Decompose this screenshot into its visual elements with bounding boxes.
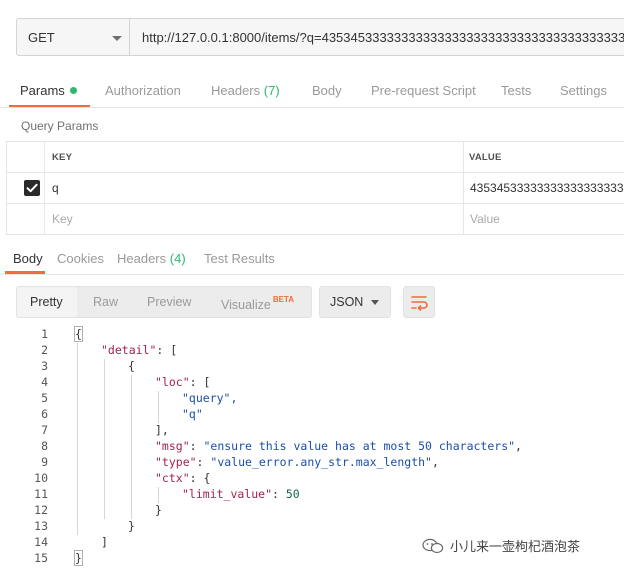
view-pretty-button[interactable]: Pretty bbox=[30, 295, 63, 309]
tab-response-body[interactable]: Body bbox=[13, 251, 43, 266]
method-select[interactable]: GET bbox=[16, 18, 130, 56]
param-enabled-checkbox[interactable] bbox=[24, 180, 40, 196]
tab-body[interactable]: Body bbox=[312, 83, 342, 98]
divider bbox=[0, 274, 624, 275]
response-headers-count: (4) bbox=[169, 251, 186, 266]
view-preview-button[interactable]: Preview bbox=[147, 295, 191, 309]
indent-guide bbox=[131, 375, 132, 519]
check-icon bbox=[26, 183, 38, 193]
table-border bbox=[6, 141, 624, 142]
param-key-field[interactable]: q bbox=[52, 181, 59, 195]
code-line: "detail": [ bbox=[101, 343, 178, 357]
query-params-title: Query Params bbox=[21, 119, 99, 133]
line-number: 6 bbox=[41, 407, 48, 421]
table-border bbox=[6, 234, 624, 235]
tab-test-results[interactable]: Test Results bbox=[204, 251, 275, 266]
column-header-value: VALUE bbox=[469, 152, 502, 163]
tab-response-headers[interactable]: Headers (4) bbox=[117, 251, 186, 266]
line-number: 13 bbox=[34, 519, 48, 533]
line-number: 7 bbox=[41, 423, 48, 437]
tab-prerequest-script[interactable]: Pre-request Script bbox=[371, 83, 476, 98]
chevron-down-icon bbox=[371, 300, 379, 305]
line-number: 2 bbox=[41, 343, 48, 357]
line-number: 5 bbox=[41, 391, 48, 405]
table-border bbox=[6, 141, 7, 235]
table-border bbox=[6, 172, 624, 173]
code-line: { bbox=[74, 326, 83, 342]
tab-headers[interactable]: Headers (7) bbox=[211, 83, 280, 98]
divider bbox=[0, 107, 624, 108]
line-number: 10 bbox=[34, 471, 48, 485]
code-line: "type": "value_error.any_str.max_length"… bbox=[155, 455, 439, 469]
new-key-field[interactable]: Key bbox=[52, 212, 73, 226]
column-header-key: KEY bbox=[52, 152, 73, 163]
beta-badge: BETA bbox=[272, 295, 294, 304]
tab-tests[interactable]: Tests bbox=[501, 83, 531, 98]
headers-count: (7) bbox=[263, 83, 280, 98]
indent-guide bbox=[158, 487, 159, 503]
format-label: JSON bbox=[330, 295, 364, 309]
wrap-icon bbox=[411, 296, 428, 311]
view-visualize-button[interactable]: Visualize BETA bbox=[221, 295, 294, 312]
tab-settings[interactable]: Settings bbox=[560, 83, 607, 98]
line-number: 14 bbox=[34, 535, 48, 549]
code-line: ] bbox=[101, 535, 108, 549]
code-line: "q" bbox=[182, 407, 203, 421]
code-line: "msg": "ensure this value has at most 50… bbox=[155, 439, 522, 453]
view-raw-button[interactable]: Raw bbox=[93, 295, 118, 309]
code-line: } bbox=[128, 519, 135, 533]
line-number: 11 bbox=[34, 487, 48, 501]
code-line: "loc": [ bbox=[155, 375, 211, 389]
tab-params[interactable]: Params bbox=[20, 83, 77, 98]
method-label: GET bbox=[28, 30, 55, 45]
line-number: 12 bbox=[34, 503, 48, 517]
code-line: } bbox=[155, 503, 162, 517]
line-number: 9 bbox=[41, 455, 48, 469]
format-select[interactable]: JSON bbox=[319, 286, 391, 318]
code-line: "ctx": { bbox=[155, 471, 211, 485]
tab-response-cookies[interactable]: Cookies bbox=[57, 251, 104, 266]
line-number: 15 bbox=[34, 551, 48, 565]
code-line: { bbox=[128, 359, 135, 373]
param-value-field[interactable]: 435345333333333333333333333 bbox=[470, 181, 624, 195]
line-number: 4 bbox=[41, 375, 48, 389]
table-border bbox=[463, 141, 464, 235]
table-border bbox=[44, 141, 45, 235]
line-number: 3 bbox=[41, 359, 48, 373]
wrap-lines-button[interactable] bbox=[403, 286, 435, 318]
chevron-down-icon bbox=[112, 36, 122, 41]
code-line: } bbox=[74, 550, 83, 566]
indent-guide bbox=[104, 359, 105, 519]
line-number: 8 bbox=[41, 439, 48, 453]
url-input[interactable]: http://127.0.0.1:8000/items/?q=435345333… bbox=[130, 18, 624, 56]
new-value-field[interactable]: Value bbox=[470, 212, 500, 226]
table-border bbox=[6, 203, 624, 204]
indent-guide bbox=[77, 343, 78, 535]
wechat-icon bbox=[422, 538, 444, 554]
matched-brace: } bbox=[74, 550, 83, 566]
code-line: "limit_value": 50 bbox=[182, 487, 300, 501]
code-line: ], bbox=[155, 423, 169, 437]
params-active-dot bbox=[69, 87, 77, 94]
tab-authorization[interactable]: Authorization bbox=[105, 83, 181, 98]
matched-brace: { bbox=[74, 326, 83, 342]
line-number: 1 bbox=[41, 327, 48, 341]
indent-guide bbox=[158, 391, 159, 423]
watermark: 小儿来一壶枸杞酒泡茶 bbox=[422, 536, 580, 555]
code-line: "query", bbox=[182, 391, 238, 405]
